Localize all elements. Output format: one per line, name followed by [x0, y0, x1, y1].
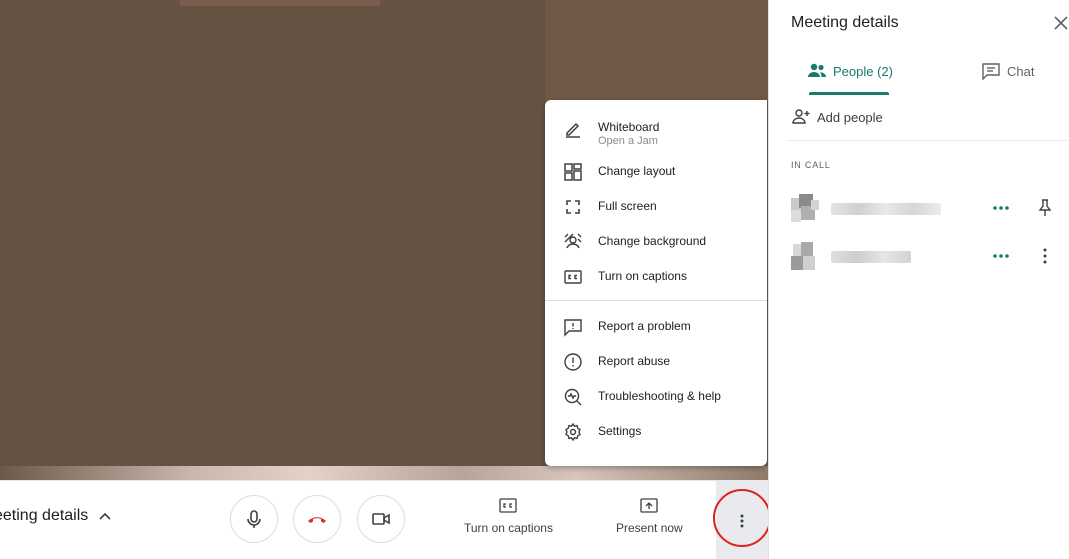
video-blur-top	[180, 0, 380, 6]
camera-icon	[372, 513, 390, 525]
avatar	[791, 194, 821, 224]
menu-item-captions[interactable]: Turn on captions	[545, 259, 767, 294]
more-vert-icon[interactable]	[1043, 248, 1047, 264]
menu-item-full-screen[interactable]: Full screen	[545, 189, 767, 224]
troubleshooting-icon	[563, 387, 583, 407]
microphone-icon	[247, 510, 261, 528]
menu-item-change-layout[interactable]: Change layout	[545, 154, 767, 189]
active-tab-indicator	[809, 92, 889, 95]
gear-icon	[563, 422, 583, 442]
menu-item-report-problem[interactable]: Report a problem	[545, 309, 767, 344]
avatar	[791, 242, 821, 272]
audio-level-icon	[993, 206, 1009, 210]
report-problem-icon	[563, 317, 583, 337]
captions-button[interactable]: Turn on captions	[464, 497, 553, 535]
present-now-button[interactable]: Present now	[616, 497, 683, 535]
menu-item-label: Settings	[598, 424, 642, 438]
menu-item-change-background[interactable]: Change background	[545, 224, 767, 259]
menu-item-label: Change layout	[598, 164, 676, 178]
tab-chat-label: Chat	[1007, 63, 1035, 79]
present-icon	[640, 498, 658, 513]
menu-item-label: Full screen	[598, 199, 657, 213]
chevron-up-icon	[99, 512, 111, 520]
menu-item-settings[interactable]: Settings	[545, 414, 767, 449]
menu-item-label: Troubleshooting & help	[598, 389, 721, 403]
participant-name-redacted	[831, 251, 911, 263]
main-video-tile	[0, 0, 545, 466]
camera-button[interactable]	[357, 495, 405, 543]
present-now-label: Present now	[616, 521, 683, 535]
video-blur-strip	[0, 466, 768, 480]
menu-item-label: Change background	[598, 234, 707, 248]
audio-level-icon	[993, 254, 1009, 258]
add-people-label: Add people	[817, 109, 883, 125]
leave-call-button[interactable]	[293, 495, 341, 543]
fullscreen-icon	[563, 197, 583, 217]
add-person-icon	[792, 109, 810, 124]
captions-icon	[563, 267, 583, 287]
menu-item-label: Report abuse	[598, 354, 671, 368]
pencil-icon	[563, 118, 583, 138]
tab-people[interactable]: People (2)	[807, 62, 893, 80]
in-call-section-label: IN CALL	[791, 160, 831, 170]
annotation-circle	[713, 489, 771, 547]
menu-item-sublabel: Open a Jam	[598, 135, 658, 147]
meeting-details-panel: Meeting details People (2) Chat Add peop…	[768, 0, 1069, 559]
tab-people-label: People (2)	[833, 63, 893, 79]
menu-item-label: Turn on captions	[598, 269, 687, 283]
layout-icon	[563, 162, 583, 182]
participant-row	[791, 240, 1061, 274]
tab-chat[interactable]: Chat	[981, 62, 1034, 80]
people-icon	[808, 63, 826, 77]
panel-divider	[787, 140, 1067, 141]
menu-item-report-abuse[interactable]: Report abuse	[545, 344, 767, 379]
captions-icon	[499, 498, 518, 513]
chat-icon	[982, 63, 1000, 80]
report-abuse-icon	[563, 352, 583, 372]
menu-item-label: Whiteboard	[598, 120, 660, 134]
close-icon[interactable]	[1054, 16, 1068, 30]
pin-icon[interactable]	[1037, 198, 1053, 218]
background-icon	[563, 232, 583, 252]
menu-item-whiteboard[interactable]: Whiteboard Open a Jam	[545, 110, 767, 154]
more-options-menu: Whiteboard Open a Jam Change layout Full…	[545, 100, 767, 466]
menu-divider	[545, 300, 767, 301]
captions-button-label: Turn on captions	[464, 521, 553, 535]
bottom-control-bar: eeting details Turn on captions Present …	[0, 480, 768, 559]
menu-item-label: Report a problem	[598, 319, 691, 333]
participant-name-redacted	[831, 203, 941, 215]
participant-row	[791, 192, 1061, 226]
menu-item-troubleshooting[interactable]: Troubleshooting & help	[545, 379, 767, 414]
meeting-details-label: eeting details	[0, 507, 89, 524]
panel-title: Meeting details	[791, 14, 899, 31]
microphone-button[interactable]	[230, 495, 278, 543]
hang-up-icon	[308, 517, 326, 523]
meeting-details-toggle[interactable]: eeting details	[0, 507, 112, 525]
add-people-button[interactable]: Add people	[791, 108, 883, 126]
